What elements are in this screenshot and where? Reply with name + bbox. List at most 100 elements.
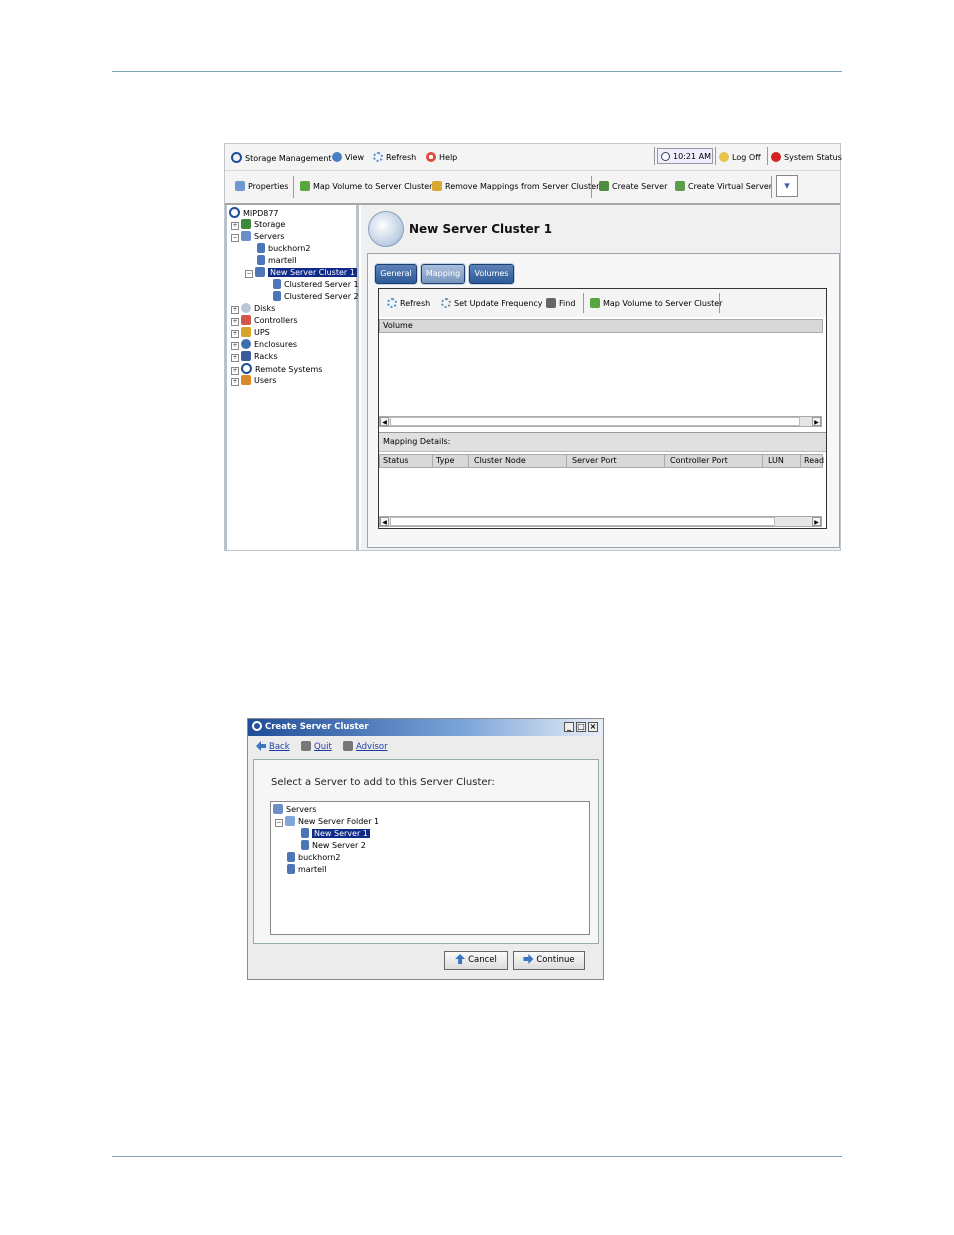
header-rule xyxy=(112,71,842,72)
dialog-tree-folder[interactable]: − New Server Folder 1 xyxy=(275,816,379,827)
tree-node-new-server-cluster-1[interactable]: − New Server Cluster 1 xyxy=(245,267,357,278)
menu-system-status[interactable]: System Status xyxy=(771,152,842,162)
map-volume-icon xyxy=(590,298,600,308)
dialog-tree-new-server-1[interactable]: New Server 1 xyxy=(301,828,370,838)
expand-plus-icon[interactable]: + xyxy=(231,367,239,375)
expand-plus-icon[interactable]: + xyxy=(231,354,239,362)
clock-display: 10:21 AM xyxy=(657,148,713,164)
expand-plus-icon[interactable]: + xyxy=(231,342,239,350)
scroll-thumb[interactable] xyxy=(390,517,775,526)
filter-funnel-icon[interactable]: ▾ xyxy=(776,175,798,197)
frequency-icon xyxy=(441,298,451,308)
scroll-right-icon[interactable]: ▶ xyxy=(812,417,821,426)
expand-plus-icon[interactable]: + xyxy=(231,318,239,326)
remove-mappings-button[interactable]: Remove Mappings from Server Cluster xyxy=(432,181,599,191)
column-controller-port[interactable]: Controller Port xyxy=(667,455,763,467)
map-volume-button[interactable]: Map Volume to Server Cluster xyxy=(300,181,432,191)
users-icon xyxy=(241,375,251,385)
tree-node-storage[interactable]: + Storage xyxy=(231,219,285,230)
quit-link[interactable]: Quit xyxy=(301,741,332,752)
dialog-tree-servers[interactable]: Servers xyxy=(273,804,316,814)
status-red-icon xyxy=(771,152,781,162)
column-cluster-node[interactable]: Cluster Node xyxy=(471,455,567,467)
refresh-icon xyxy=(387,298,397,308)
tree-node-clustered-server-1[interactable]: Clustered Server 1 xyxy=(273,279,359,289)
tree-node-remote-systems[interactable]: + Remote Systems xyxy=(231,363,322,375)
tree-node-buckhorn2[interactable]: buckhorn2 xyxy=(257,243,310,253)
tree-node-controllers[interactable]: + Controllers xyxy=(231,315,298,326)
tree-node-martell[interactable]: martell xyxy=(257,255,297,265)
collapse-minus-icon[interactable]: − xyxy=(275,819,283,827)
menu-bar: Storage Management View Refresh Help 10:… xyxy=(225,144,842,171)
server-icon xyxy=(301,828,309,838)
column-lun[interactable]: LUN xyxy=(765,455,801,467)
menu-view[interactable]: View xyxy=(332,152,364,162)
scroll-thumb[interactable] xyxy=(390,417,800,426)
dialog-prompt: Select a Server to add to this Server Cl… xyxy=(271,777,495,788)
scroll-left-icon[interactable]: ◀ xyxy=(380,517,389,526)
menu-separator xyxy=(767,147,768,165)
tree-node-enclosures[interactable]: + Enclosures xyxy=(231,339,297,350)
tab-general[interactable]: General xyxy=(375,264,417,284)
expand-plus-icon[interactable]: + xyxy=(231,222,239,230)
column-status[interactable]: Status xyxy=(380,455,433,467)
maximize-icon[interactable]: □ xyxy=(576,722,586,732)
close-icon[interactable]: × xyxy=(588,722,598,732)
mapping-refresh-button[interactable]: Refresh xyxy=(387,298,430,308)
tab-volumes[interactable]: Volumes xyxy=(469,264,514,284)
racks-icon xyxy=(241,351,251,361)
volume-column-header[interactable]: Volume xyxy=(379,319,823,333)
remove-mappings-icon xyxy=(432,181,442,191)
back-link[interactable]: Back xyxy=(256,741,290,752)
server-cluster-large-icon xyxy=(368,211,404,247)
column-read[interactable]: Read xyxy=(801,455,824,467)
detail-pane: New Server Cluster 1 General Mapping Vol… xyxy=(361,205,840,550)
collapse-minus-icon[interactable]: − xyxy=(231,234,239,242)
enclosures-icon xyxy=(241,339,251,349)
servers-icon xyxy=(241,231,251,241)
minimize-icon[interactable]: _ xyxy=(564,722,574,732)
column-type[interactable]: Type xyxy=(433,455,469,467)
server-icon xyxy=(287,864,295,874)
expand-plus-icon[interactable]: + xyxy=(231,306,239,314)
toolbar-separator xyxy=(293,176,294,198)
collapse-minus-icon[interactable]: − xyxy=(245,270,253,278)
advisor-link[interactable]: Advisor xyxy=(343,741,388,752)
tree-node-racks[interactable]: + Racks xyxy=(231,351,277,362)
tree-node-clustered-server-2[interactable]: Clustered Server 2 xyxy=(273,291,359,301)
mapping-horizontal-scrollbar[interactable]: ◀ ▶ xyxy=(379,516,822,527)
tree-node-users[interactable]: + Users xyxy=(231,375,276,386)
scroll-right-icon[interactable]: ▶ xyxy=(812,517,821,526)
dialog-tree-new-server-2[interactable]: New Server 2 xyxy=(301,840,366,850)
create-server-button[interactable]: Create Server xyxy=(599,181,667,191)
menu-help[interactable]: Help xyxy=(426,152,457,162)
properties-button[interactable]: Properties xyxy=(235,181,288,191)
volume-horizontal-scrollbar[interactable]: ◀ ▶ xyxy=(379,416,822,427)
tree-node-disks[interactable]: + Disks xyxy=(231,303,275,314)
expand-plus-icon[interactable]: + xyxy=(231,378,239,386)
mapping-map-volume-button[interactable]: Map Volume to Server Cluster xyxy=(590,298,722,308)
expand-plus-icon[interactable]: + xyxy=(231,330,239,338)
find-button[interactable]: Find xyxy=(546,298,575,308)
tab-panel: General Mapping Volumes Refresh Set Upda… xyxy=(367,253,840,548)
menu-storage-management[interactable]: Storage Management xyxy=(231,152,332,163)
cancel-button[interactable]: Cancel xyxy=(444,951,508,970)
toolbar-separator xyxy=(583,293,584,313)
tree-node-root[interactable]: MIPD877 xyxy=(229,207,279,218)
storage-logo-icon xyxy=(229,207,240,218)
menu-log-off[interactable]: Log Off xyxy=(719,152,761,162)
column-server-port[interactable]: Server Port xyxy=(569,455,665,467)
create-virtual-server-button[interactable]: Create Virtual Server xyxy=(675,181,772,191)
tree-node-servers[interactable]: − Servers xyxy=(231,231,284,242)
set-update-frequency-button[interactable]: Set Update Frequency xyxy=(441,298,543,308)
continue-button[interactable]: Continue xyxy=(513,951,585,970)
scroll-left-icon[interactable]: ◀ xyxy=(380,417,389,426)
dialog-tree-buckhorn2[interactable]: buckhorn2 xyxy=(287,852,340,862)
quit-x-icon xyxy=(301,741,311,751)
tree-node-ups[interactable]: + UPS xyxy=(231,327,270,338)
menu-refresh[interactable]: Refresh xyxy=(373,152,416,162)
tab-mapping[interactable]: Mapping xyxy=(421,264,465,284)
properties-icon xyxy=(235,181,245,191)
dialog-tree-martell[interactable]: martell xyxy=(287,864,327,874)
page-title: New Server Cluster 1 xyxy=(409,222,553,236)
